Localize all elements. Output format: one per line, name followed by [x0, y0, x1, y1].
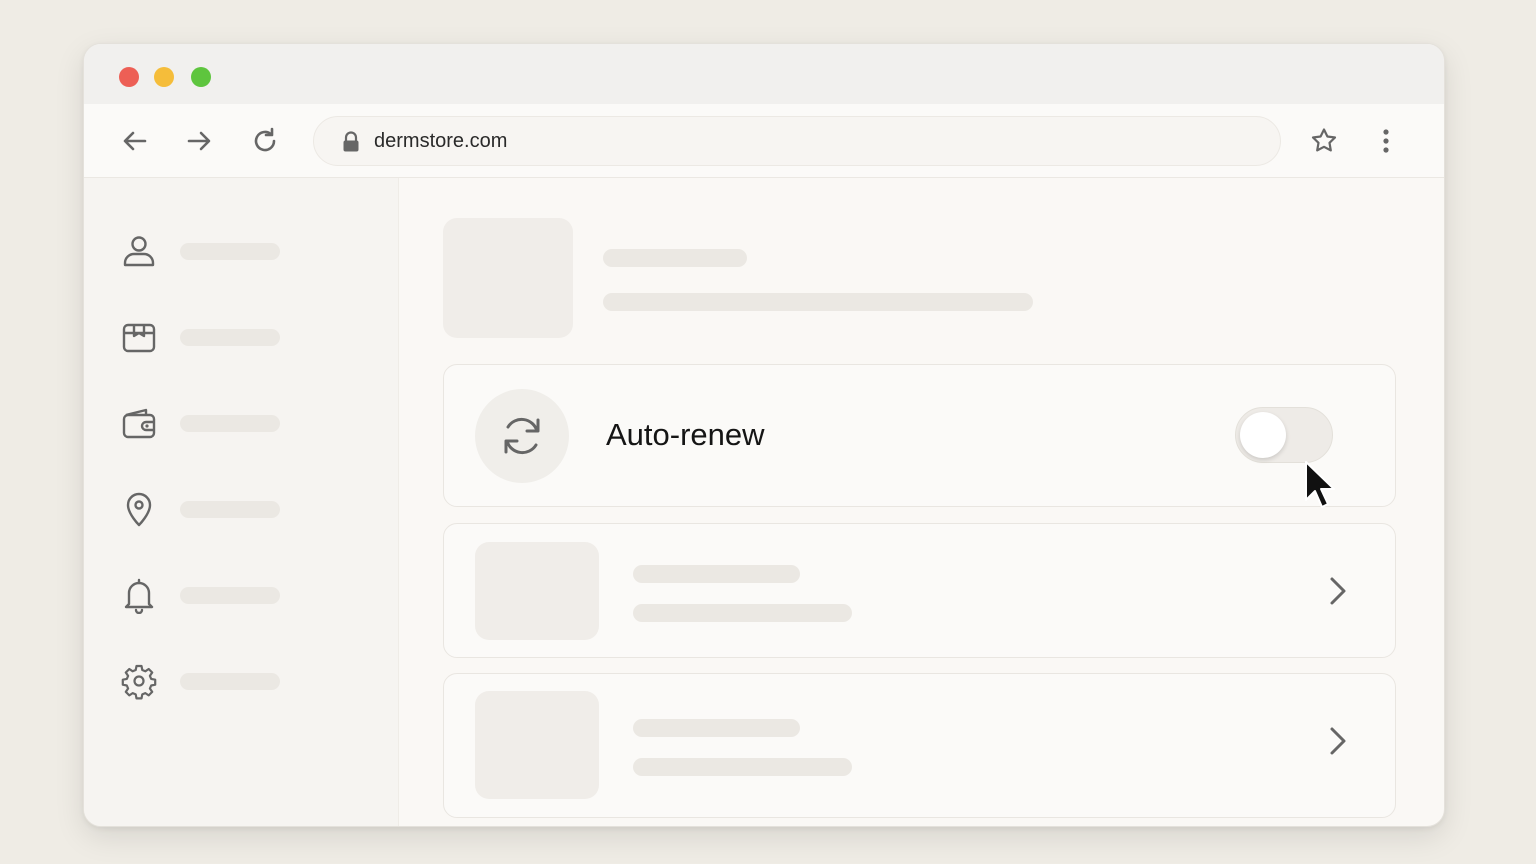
sidebar-item-orders[interactable] — [120, 318, 370, 358]
sidebar-label-placeholder — [180, 329, 280, 346]
sidebar-item-addresses[interactable] — [120, 490, 370, 530]
auto-renew-label: Auto-renew — [606, 417, 765, 452]
row-title-placeholder — [633, 719, 800, 737]
row-thumbnail-placeholder — [475, 542, 599, 640]
maximize-window-button[interactable] — [191, 67, 211, 87]
bookmark-button[interactable] — [1306, 123, 1342, 159]
gear-icon — [120, 662, 158, 700]
refresh-icon-circle — [475, 389, 569, 483]
title-bar — [84, 44, 1444, 104]
list-row[interactable] — [443, 673, 1396, 818]
sidebar-label-placeholder — [180, 501, 280, 518]
toggle-knob — [1240, 412, 1286, 458]
lock-icon — [343, 131, 359, 152]
row-subtitle-placeholder — [633, 758, 852, 776]
row-thumbnail-placeholder — [475, 691, 599, 799]
back-arrow-icon — [123, 131, 147, 151]
sidebar-item-account[interactable] — [120, 232, 370, 272]
package-icon — [120, 318, 158, 356]
main-content: Auto-renew — [399, 178, 1444, 826]
mouse-pointer-icon — [1305, 461, 1335, 508]
forward-button[interactable] — [181, 123, 217, 159]
bell-icon — [120, 576, 158, 615]
auto-renew-card: Auto-renew — [443, 364, 1396, 507]
location-pin-icon — [120, 490, 158, 528]
more-menu-button[interactable] — [1368, 123, 1404, 159]
profile-image-placeholder — [443, 218, 573, 338]
forward-arrow-icon — [187, 131, 211, 151]
title-placeholder — [603, 249, 747, 267]
wallet-icon — [120, 404, 158, 442]
refresh-icon — [504, 417, 540, 455]
close-window-button[interactable] — [119, 67, 139, 87]
browser-window: dermstore.com Auto-renew — [83, 43, 1445, 827]
sidebar-item-notifications[interactable] — [120, 576, 370, 616]
address-bar[interactable]: dermstore.com — [313, 116, 1281, 166]
more-menu-icon — [1383, 129, 1389, 153]
list-row[interactable] — [443, 523, 1396, 658]
browser-toolbar: dermstore.com — [84, 104, 1444, 178]
subtitle-placeholder — [603, 293, 1033, 311]
bookmark-star-icon — [1311, 128, 1337, 152]
chevron-right-icon — [1324, 721, 1352, 761]
sidebar-label-placeholder — [180, 587, 280, 604]
sidebar-label-placeholder — [180, 415, 280, 432]
row-title-placeholder — [633, 565, 800, 583]
reload-icon — [254, 127, 276, 152]
sidebar — [84, 178, 399, 826]
minimize-window-button[interactable] — [154, 67, 174, 87]
sidebar-item-payment[interactable] — [120, 404, 370, 444]
sidebar-label-placeholder — [180, 243, 280, 260]
sidebar-label-placeholder — [180, 673, 280, 690]
sidebar-item-settings[interactable] — [120, 662, 370, 702]
reload-button[interactable] — [247, 123, 283, 159]
auto-renew-toggle[interactable] — [1235, 407, 1333, 463]
user-icon — [120, 232, 158, 270]
chevron-right-icon — [1324, 571, 1352, 611]
back-button[interactable] — [117, 123, 153, 159]
url-text: dermstore.com — [374, 130, 508, 152]
row-subtitle-placeholder — [633, 604, 852, 622]
